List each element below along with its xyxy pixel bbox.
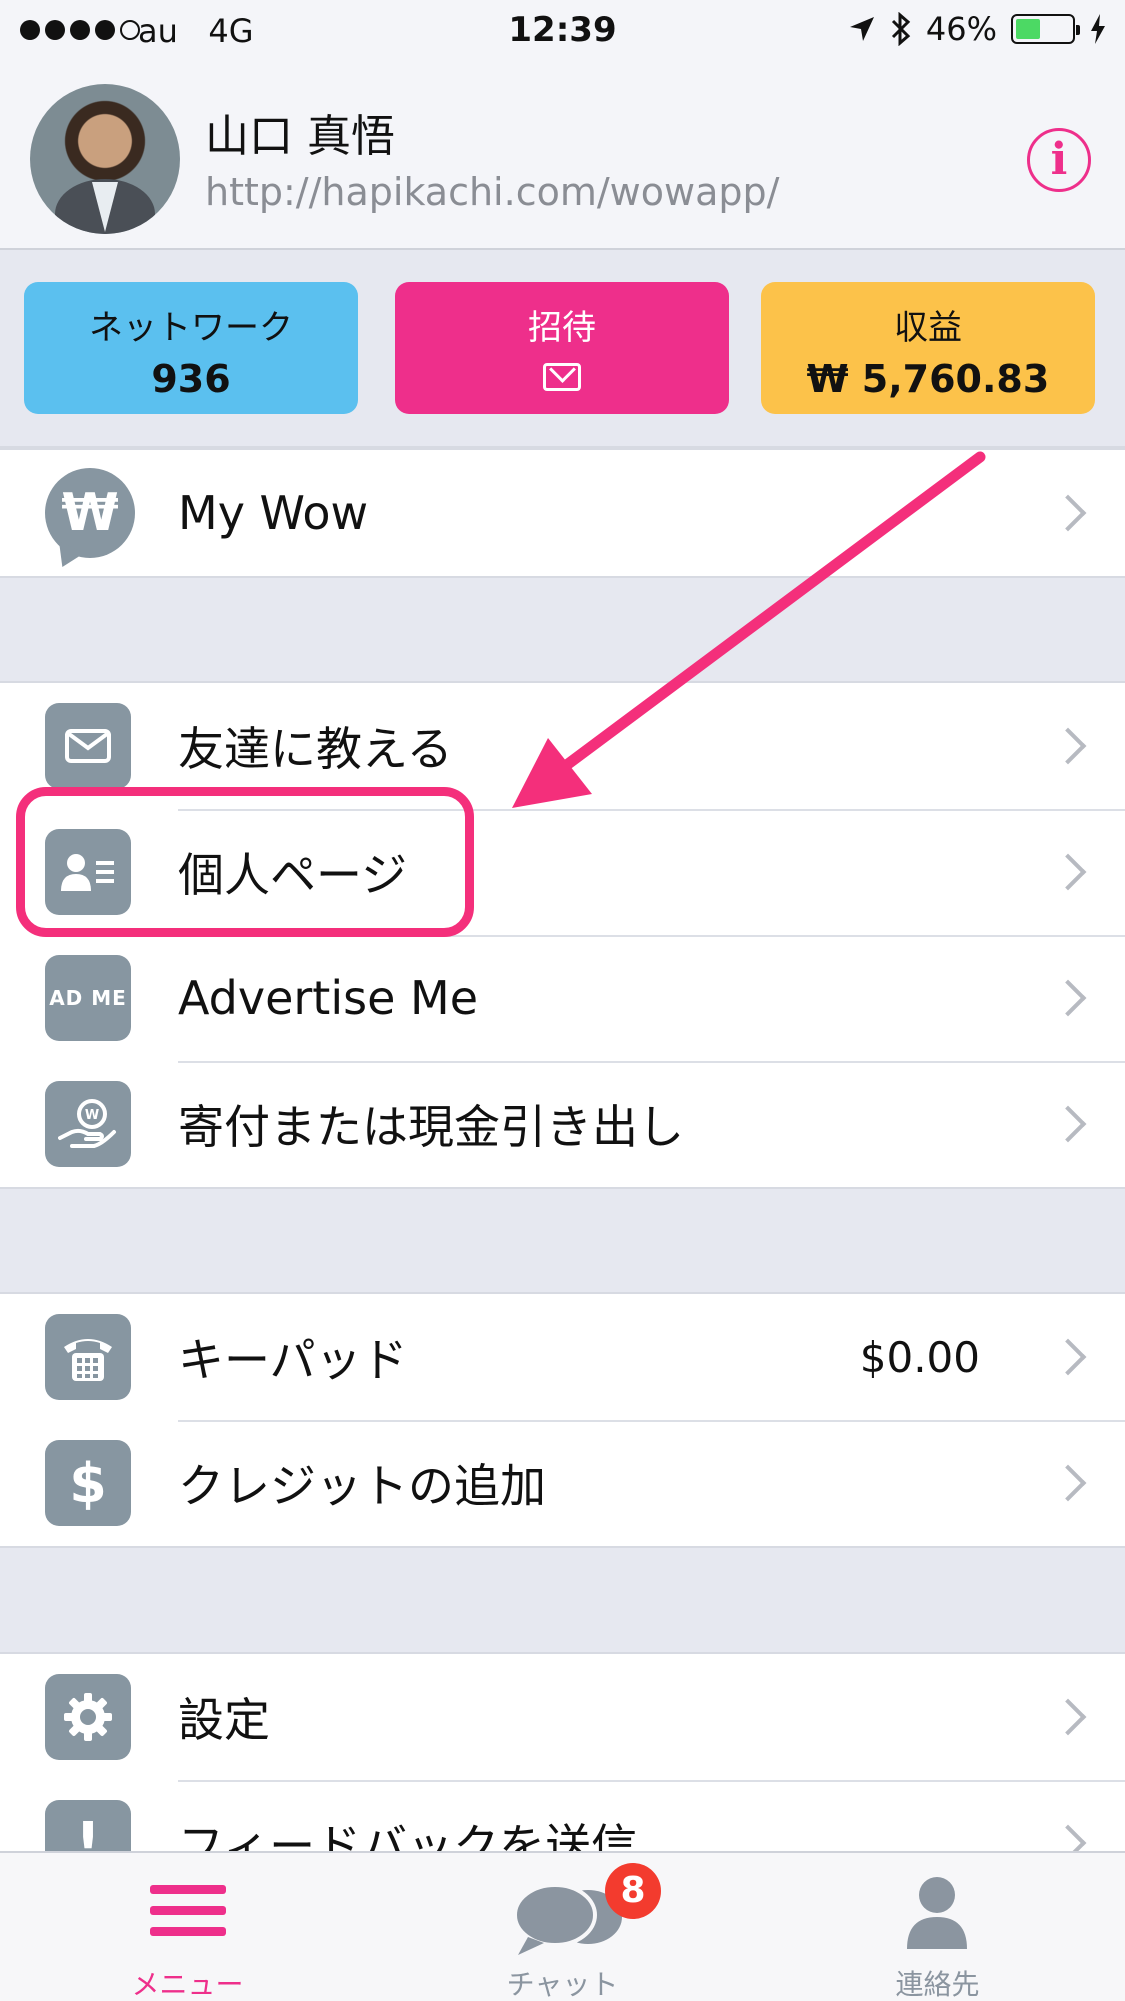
dollar-icon: $ [45,1440,131,1526]
chat-unread-badge: 8 [605,1863,661,1919]
chevron-right-icon [1049,1464,1087,1502]
menu-item-add-credit[interactable]: $ クレジットの追加 [0,1420,1125,1546]
earnings-card[interactable]: 収益 ₩ 5,760.83 [761,282,1095,414]
bluetooth-icon [891,12,911,46]
stat-cards: ネットワーク 936 招待 収益 ₩ 5,760.83 [0,250,1125,448]
chevron-right-icon [1049,853,1087,891]
info-icon[interactable]: i [1027,128,1091,192]
menu-group-wow: ₩ My Wow [0,448,1125,578]
menu-group-calls: キーパッド $0.00 $ クレジットの追加 [0,1292,1125,1548]
wow-icon: ₩ [45,468,135,558]
tab-contacts[interactable]: 連絡先 [750,1853,1125,2001]
keypad-balance: $0.00 [859,1332,980,1382]
chevron-right-icon [1049,1338,1087,1376]
mail-icon [45,703,131,789]
tab-menu[interactable]: メニュー [0,1853,375,2001]
menu-item-label: 友達に教える [178,722,453,776]
gear-icon [45,1674,131,1760]
charging-bolt-icon [1091,14,1105,44]
highlight-box [16,787,474,937]
donate-hand-icon: W [45,1081,131,1167]
tab-label: チャット [506,1968,619,2001]
profile-url[interactable]: http://hapikachi.com/wowapp/ [205,170,779,214]
status-bar: au 4G 12:39 46% [0,0,1125,62]
ad-me-icon: AD ME [45,955,131,1041]
person-icon [907,1877,967,1949]
chevron-right-icon [1049,1698,1087,1736]
menu-item-settings[interactable]: 設定 [0,1654,1125,1780]
svg-text:W: W [85,1108,99,1123]
hamburger-menu-icon [150,1885,226,1948]
network-card[interactable]: ネットワーク 936 [24,282,358,414]
menu-item-donate-withdraw[interactable]: W 寄付または現金引き出し [0,1061,1125,1187]
profile-header: 山口 真悟 http://hapikachi.com/wowapp/ i [0,62,1125,250]
menu-item-my-wow[interactable]: ₩ My Wow [0,450,1125,576]
tab-label: 連絡先 [895,1968,980,2001]
chevron-right-icon [1049,727,1087,765]
phone-keypad-icon [45,1314,131,1400]
menu-item-label: クレジットの追加 [178,1459,546,1513]
invite-label: 招待 [528,308,596,348]
invite-card[interactable]: 招待 [395,282,729,414]
menu-item-label: 設定 [178,1693,270,1747]
avatar[interactable] [30,84,180,234]
network-label: ネットワーク [89,308,293,348]
chevron-right-icon [1049,979,1087,1017]
battery-icon [1011,14,1080,44]
menu-item-advertise-me[interactable]: AD ME Advertise Me [0,935,1125,1061]
menu-item-label: Advertise Me [178,971,478,1025]
profile-name: 山口 真悟 [205,111,395,162]
mail-icon [543,363,581,391]
menu-item-label: My Wow [178,486,369,540]
menu-item-label: キーパッド [178,1333,408,1387]
chevron-right-icon [1049,494,1087,532]
menu-item-label: 寄付または現金引き出し [178,1100,684,1154]
tab-chat[interactable]: 8 チャット [375,1853,750,2001]
earnings-value: ₩ 5,760.83 [806,357,1050,401]
network-count: 936 [151,357,231,401]
battery-percent: 46% [925,10,997,48]
location-arrow-icon [849,17,874,41]
tab-label: メニュー [131,1968,244,2001]
menu-item-keypad[interactable]: キーパッド $0.00 [0,1294,1125,1420]
tab-bar: メニュー 8 チャット 連絡先 [0,1851,1125,2001]
chevron-right-icon [1049,1105,1087,1143]
earnings-label: 収益 [894,308,962,348]
